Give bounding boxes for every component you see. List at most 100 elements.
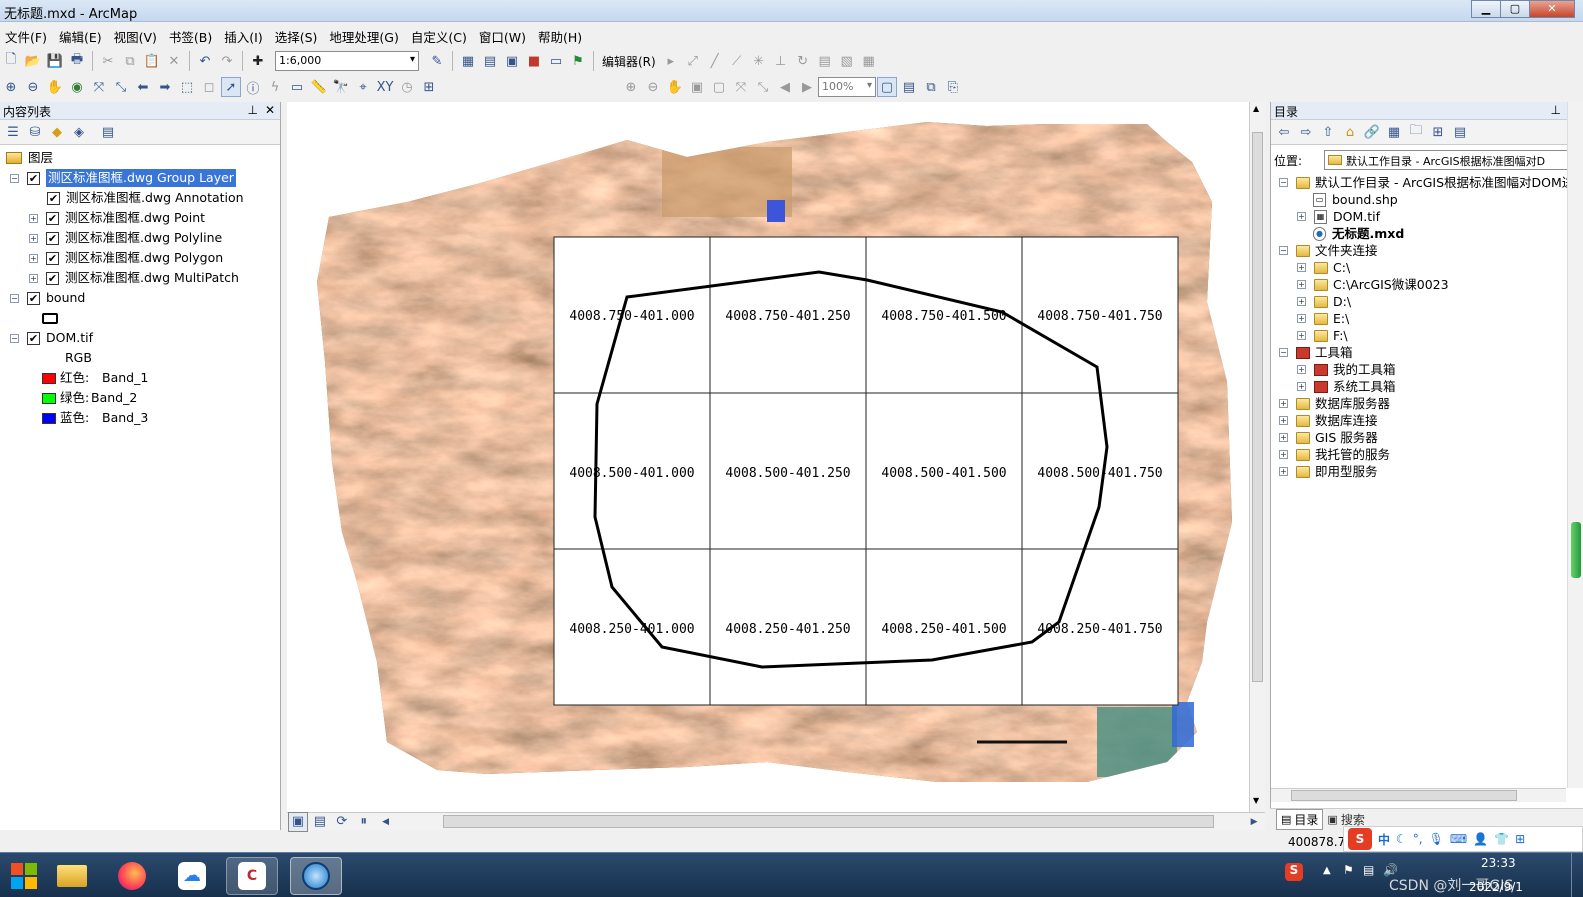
expand-icon[interactable]: + — [1297, 314, 1306, 323]
menu-geoprocessing[interactable]: 地理处理(G) — [324, 24, 405, 46]
layer-checkbox[interactable]: ✔ — [27, 331, 40, 345]
sogou-icon[interactable]: S — [1348, 828, 1372, 850]
home-icon[interactable]: ⌂ — [1340, 122, 1360, 142]
connect-folder-icon[interactable]: 🔗 — [1362, 122, 1382, 142]
scroll-right-icon[interactable]: ▶ — [1244, 812, 1264, 832]
folder-d[interactable]: + D:\ — [1297, 293, 1351, 310]
cut-icon[interactable]: ✂ — [98, 51, 118, 71]
add-data-icon[interactable]: ✚ — [248, 51, 268, 71]
clock-date[interactable]: 2022/9/1 — [1469, 880, 1523, 894]
back-icon[interactable]: ⬅ — [133, 77, 153, 97]
fixed-zoom-out-icon[interactable]: ⤡ — [111, 77, 131, 97]
full-extent-icon[interactable]: ◉ — [67, 77, 87, 97]
layout-forward-icon[interactable]: ▶ — [797, 77, 817, 97]
expand-icon[interactable]: + — [1279, 399, 1288, 408]
baidu-netdisk-taskbar-icon[interactable]: ☁ — [166, 857, 218, 895]
sublayer-polyline[interactable]: + ✔ 测区标准图框.dwg Polyline — [29, 229, 222, 247]
forward-icon[interactable]: ⇨ — [1296, 122, 1316, 142]
horizontal-scroll-thumb[interactable] — [442, 815, 1215, 828]
ready-to-use-services[interactable]: + 即用型服务 — [1279, 463, 1378, 480]
toolboxes[interactable]: − 工具箱 — [1279, 344, 1353, 361]
create-features-icon[interactable]: ▦ — [859, 51, 879, 71]
point-icon[interactable]: ✳ — [749, 51, 769, 71]
arctoolbox-icon[interactable]: ■ — [524, 51, 544, 71]
camtasia-taskbar-icon[interactable]: C — [226, 857, 278, 895]
route-icon[interactable]: ⌖ — [353, 77, 373, 97]
rotate-icon[interactable]: ↻ — [793, 51, 813, 71]
copy-icon[interactable]: ⧉ — [120, 51, 140, 71]
moon-icon[interactable]: ☾ — [1396, 832, 1407, 846]
data-view-icon[interactable]: ▣ — [288, 811, 308, 832]
scroll-thumb[interactable] — [1291, 790, 1517, 801]
clock-time[interactable]: 23:33 — [1481, 856, 1516, 870]
layer-checkbox[interactable]: ✔ — [46, 211, 59, 225]
scroll-down-icon[interactable]: ▼ — [1253, 796, 1259, 805]
editor-menu[interactable]: 编辑器(R) — [598, 53, 660, 70]
group-layer-label[interactable]: 测区标准图框.dwg Group Layer — [46, 169, 236, 187]
html-popup-icon[interactable]: ▭ — [287, 77, 307, 97]
zoom-whole-page-icon[interactable]: ▣ — [687, 77, 707, 97]
expand-icon[interactable]: + — [1297, 297, 1306, 306]
shirt-icon[interactable]: 👕 — [1494, 832, 1509, 846]
menu-bookmarks[interactable]: 书签(B) — [164, 24, 219, 46]
show-desktop-button[interactable] — [1571, 853, 1583, 897]
layer-checkbox[interactable]: ✔ — [46, 251, 59, 265]
catalog-horizontal-scrollbar[interactable] — [1271, 788, 1566, 802]
back-icon[interactable]: ⇦ — [1274, 122, 1294, 142]
expand-icon[interactable]: + — [29, 213, 38, 223]
paste-icon[interactable]: 📋 — [142, 51, 162, 71]
hosted-services[interactable]: + 我托管的服务 — [1279, 446, 1390, 463]
folder-c-arcgis[interactable]: + C:\ArcGIS微课0023 — [1297, 276, 1449, 293]
pin-icon[interactable]: ⊥ — [1551, 103, 1561, 117]
zoom-in-icon[interactable]: ⊕ — [1, 77, 21, 97]
options-icon[interactable]: ▤ — [98, 122, 118, 142]
layer-checkbox[interactable]: ✔ — [47, 191, 60, 205]
ime-lang[interactable]: 中 — [1378, 831, 1390, 848]
layout-view-icon[interactable]: ▤ — [310, 812, 330, 832]
bound-shp[interactable]: ▭ bound.shp — [1313, 191, 1398, 208]
list-by-selection-icon[interactable]: ◈ — [69, 122, 89, 142]
menu-edit[interactable]: 编辑(E) — [54, 24, 109, 46]
layer-checkbox[interactable]: ✔ — [46, 231, 59, 245]
punctuation-icon[interactable]: °, — [1413, 832, 1423, 846]
collapse-icon[interactable]: − — [10, 173, 19, 183]
print-icon[interactable]: 🖶 — [67, 51, 87, 71]
bound-symbol[interactable] — [42, 309, 58, 327]
folder-c[interactable]: + C:\ — [1297, 259, 1350, 276]
expand-icon[interactable]: + — [1279, 450, 1288, 459]
view-options-icon[interactable]: ▦ — [1384, 122, 1404, 142]
time-slider-icon[interactable]: ◷ — [397, 77, 417, 97]
data-driven-pages-icon[interactable]: ⎘ — [943, 77, 963, 97]
clear-selection-icon[interactable]: ◻ — [199, 77, 219, 97]
menu-help[interactable]: 帮助(H) — [533, 24, 589, 46]
layout-pan-icon[interactable]: ✋ — [665, 77, 685, 97]
home-folder[interactable]: − 默认工作目录 - ArcGIS根据标准图幅对DOM进 — [1279, 174, 1574, 191]
scroll-left-icon[interactable]: ◀ — [376, 812, 396, 832]
expand-icon[interactable]: + — [1297, 212, 1306, 221]
pin-icon[interactable]: ⊥ — [248, 103, 258, 117]
maximize-button[interactable]: ▢ — [1500, 0, 1530, 18]
network-icon[interactable]: ▤ — [1363, 863, 1374, 877]
folder-f[interactable]: + F:\ — [1297, 327, 1348, 344]
forward-icon[interactable]: ➡ — [155, 77, 175, 97]
expand-icon[interactable]: + — [1279, 416, 1288, 425]
grid-menu-icon[interactable]: ⊞ — [1515, 832, 1525, 846]
mxd-file[interactable]: ● 无标题.mxd — [1313, 225, 1404, 242]
expand-icon[interactable]: + — [1279, 467, 1288, 476]
python-icon[interactable]: ▭ — [546, 51, 566, 71]
expand-icon[interactable]: + — [1297, 365, 1306, 374]
expand-icon[interactable]: + — [29, 273, 38, 283]
layout-zoom-in-icon[interactable]: ⊕ — [621, 77, 641, 97]
collapse-icon[interactable]: − — [10, 293, 19, 303]
gis-servers[interactable]: + GIS 服务器 — [1279, 429, 1378, 446]
menu-customize[interactable]: 自定义(C) — [406, 24, 474, 46]
expand-icon[interactable]: + — [1297, 382, 1306, 391]
menu-file[interactable]: 文件(F) — [0, 24, 54, 46]
viewer-window-icon[interactable]: ⊞ — [419, 77, 439, 97]
collapse-icon[interactable]: − — [1279, 348, 1288, 357]
keyboard-icon[interactable]: ⌨ — [1450, 832, 1467, 846]
up-one-level-icon[interactable]: ⇧ — [1318, 122, 1338, 142]
split-icon[interactable]: ⊥ — [771, 51, 791, 71]
zoom-100-icon[interactable]: ▢ — [709, 77, 729, 97]
sketch-props-icon[interactable]: ▧ — [837, 51, 857, 71]
